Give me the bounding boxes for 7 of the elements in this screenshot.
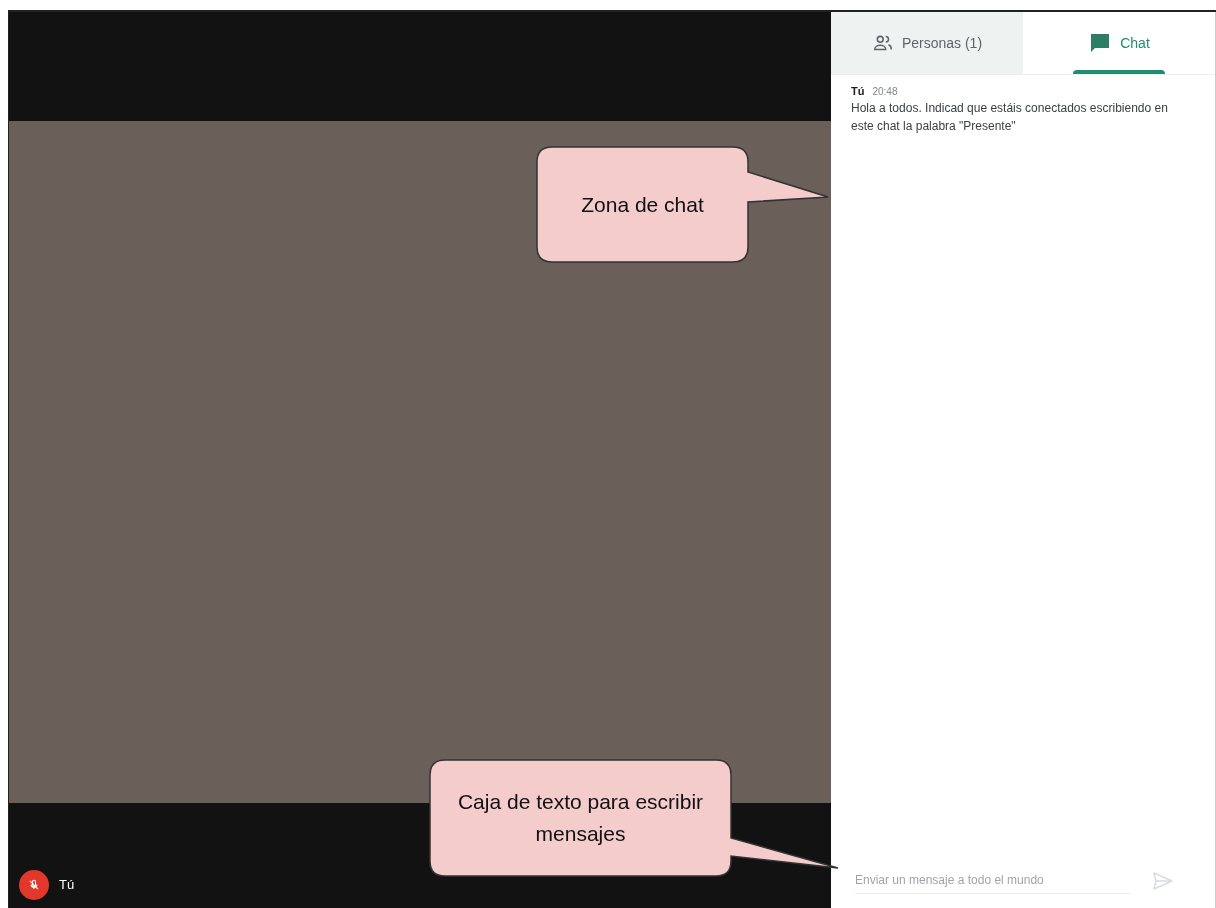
callout-text: Caja de texto para escribir mensajes [456, 789, 705, 847]
callout-text: Zona de chat [581, 191, 704, 218]
message-text: Hola a todos. Indicad que estáis conectados escribiendo en este chat la palabra "Presente" [851, 100, 1169, 135]
participant-name: Tú [59, 876, 75, 894]
message-sender: Tú [851, 85, 865, 97]
panel-tab[interactable]: Personas (1) [831, 12, 1023, 74]
message-time: 20:48 [872, 86, 898, 97]
